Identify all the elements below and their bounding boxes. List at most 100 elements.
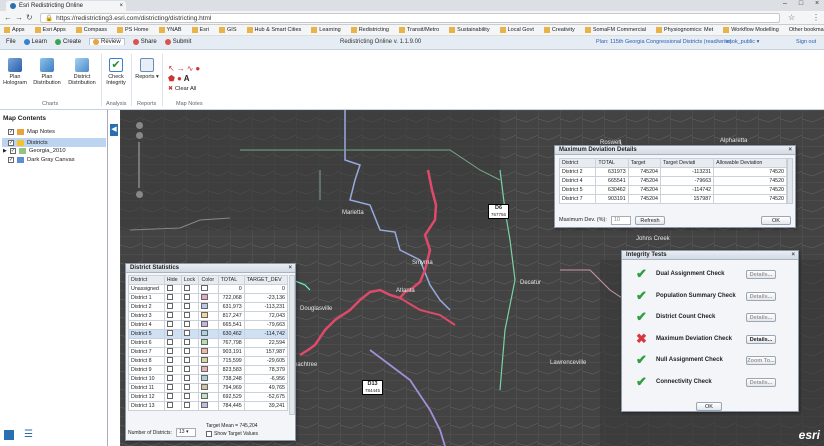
close-tab-icon[interactable]: × — [119, 3, 123, 9]
district-distribution-button[interactable]: District Distribution — [66, 58, 98, 86]
tab-create[interactable]: Create — [55, 38, 81, 45]
color-swatch[interactable] — [201, 357, 209, 363]
table-row[interactable]: District 12 692,529 -52,675 — [128, 392, 289, 402]
table-row[interactable]: District 13 784,445 39,241 — [128, 401, 289, 411]
color-swatch[interactable] — [201, 321, 209, 327]
layer-checkbox[interactable]: ✓ — [8, 139, 14, 146]
map-notes-tools[interactable]: ↖→∿● — [168, 64, 202, 73]
max-dev-input[interactable]: 10 — [611, 216, 631, 225]
details-button[interactable]: Details... — [746, 291, 776, 301]
color-swatch[interactable] — [201, 330, 209, 336]
close-icon[interactable]: × — [288, 264, 292, 273]
zoom-control[interactable] — [136, 122, 143, 198]
table-row[interactable]: District 5 630,462 -114,742 — [128, 329, 289, 339]
clear-all-button[interactable]: ✖ Clear All — [168, 86, 196, 92]
table-row[interactable]: District 4 665,541 -79,663 — [128, 320, 289, 330]
lock-checkbox[interactable] — [183, 375, 190, 381]
column-header[interactable]: Hide — [163, 275, 182, 285]
lock-checkbox[interactable] — [183, 303, 190, 309]
table-row[interactable]: District 9 823,583 78,379 — [128, 365, 289, 375]
hide-checkbox[interactable] — [166, 330, 173, 336]
bookmark-item[interactable]: Local Govt — [499, 27, 534, 33]
back-icon[interactable]: ← — [4, 13, 12, 22]
table-row[interactable]: District 11 794,969 49,765 — [128, 383, 289, 393]
color-swatch[interactable] — [201, 303, 209, 309]
lock-checkbox[interactable] — [183, 285, 190, 291]
table-row[interactable]: District 6 767,798 22,594 — [128, 338, 289, 348]
minimize-icon[interactable]: – — [778, 0, 792, 7]
table-row[interactable]: District 1 722,068 -23,136 — [128, 293, 289, 303]
bookmark-item[interactable]: Apps — [4, 27, 25, 33]
layers-icon[interactable] — [4, 430, 14, 440]
table-row[interactable]: District 3 817,247 72,043 — [128, 311, 289, 321]
hide-checkbox[interactable] — [166, 402, 173, 408]
color-swatch[interactable] — [201, 294, 209, 300]
star-icon[interactable]: ☆ — [788, 13, 795, 22]
bookmark-item[interactable]: Learning — [311, 27, 341, 33]
reports-button[interactable]: Reports ▾ — [135, 58, 159, 80]
table-row[interactable]: District 5 630462 745204 -114742 74520 — [558, 185, 787, 195]
layer-georgia[interactable]: ▶ ✓ Georgia_2010 — [3, 148, 66, 154]
color-swatch[interactable] — [201, 384, 209, 390]
table-row[interactable]: District 8 715,599 -29,605 — [128, 356, 289, 366]
hide-checkbox[interactable] — [166, 339, 173, 345]
hide-checkbox[interactable] — [166, 393, 173, 399]
text-icon[interactable]: A — [184, 74, 192, 83]
hide-checkbox[interactable] — [166, 294, 173, 300]
sign-out-link[interactable]: Sign out — [796, 39, 816, 45]
hide-checkbox[interactable] — [166, 285, 173, 291]
zoom-out-icon[interactable] — [136, 132, 143, 139]
bookmark-item[interactable]: PS Home — [117, 27, 149, 33]
arrow-note-icon[interactable]: ↖ — [168, 64, 177, 73]
lock-checkbox[interactable] — [183, 393, 190, 399]
home-icon[interactable] — [136, 191, 143, 198]
ok-button[interactable]: OK — [761, 216, 791, 225]
details-button[interactable]: Details... — [746, 377, 776, 387]
tab-learn[interactable]: Learn — [23, 38, 47, 45]
details-button[interactable]: Zoom To... — [746, 356, 776, 365]
zoom-in-icon[interactable] — [136, 122, 143, 129]
details-button[interactable]: Details... — [746, 313, 776, 322]
layer-map-notes[interactable]: ✓ Map Notes — [8, 129, 55, 135]
table-row[interactable]: District 2 631,973 -113,231 — [128, 302, 289, 312]
collapse-panel-icon[interactable]: ◀ — [110, 124, 118, 136]
hide-checkbox[interactable] — [166, 348, 173, 354]
color-swatch[interactable] — [201, 366, 209, 372]
table-row[interactable]: District 7 903191 745204 157987 74520 — [558, 194, 787, 204]
table-row[interactable]: District 4 665541 745204 -79663 74520 — [558, 176, 787, 186]
scrollbar[interactable] — [787, 158, 793, 204]
color-swatch[interactable] — [201, 393, 209, 399]
lock-checkbox[interactable] — [183, 402, 190, 408]
close-icon[interactable]: × — [788, 146, 792, 155]
color-swatch[interactable] — [201, 339, 209, 345]
bookmark-item[interactable]: Transit/Metro — [398, 27, 439, 33]
close-icon[interactable]: × — [791, 251, 795, 260]
bookmark-item[interactable]: GIS — [219, 27, 237, 33]
hide-checkbox[interactable] — [166, 375, 173, 381]
column-header[interactable]: Target — [627, 158, 661, 168]
lock-checkbox[interactable] — [183, 366, 190, 372]
lock-checkbox[interactable] — [183, 357, 190, 363]
lock-checkbox[interactable] — [183, 321, 190, 327]
plan-hologram-button[interactable]: Plan Hologram — [3, 58, 27, 86]
column-header[interactable]: Allowable Deviation — [713, 158, 787, 168]
bookmark-item[interactable]: Sustainability — [449, 27, 490, 33]
layer-checkbox[interactable]: ✓ — [8, 157, 14, 163]
column-header[interactable]: TOTAL — [217, 275, 245, 285]
column-header[interactable]: Color — [198, 275, 219, 285]
lock-checkbox[interactable] — [183, 348, 190, 354]
tab-submit[interactable]: Submit — [164, 38, 191, 45]
circle-icon[interactable]: ● — [177, 74, 184, 83]
column-header[interactable]: TARGET_DEV — [243, 275, 289, 285]
lock-checkbox[interactable] — [183, 384, 190, 390]
color-swatch[interactable] — [201, 402, 209, 408]
forward-icon[interactable]: → — [15, 13, 23, 22]
zoom-slider[interactable] — [138, 142, 140, 188]
hide-checkbox[interactable] — [166, 366, 173, 372]
details-button[interactable]: Details... — [746, 334, 776, 344]
bookmark-item[interactable]: Compass — [75, 27, 107, 33]
lock-checkbox[interactable] — [183, 312, 190, 318]
column-header[interactable]: Target Deviati — [659, 158, 715, 168]
url-input[interactable]: 🔒 https://redistricting3.esri.com/distric… — [40, 13, 780, 23]
reload-icon[interactable]: ↻ — [26, 13, 33, 22]
